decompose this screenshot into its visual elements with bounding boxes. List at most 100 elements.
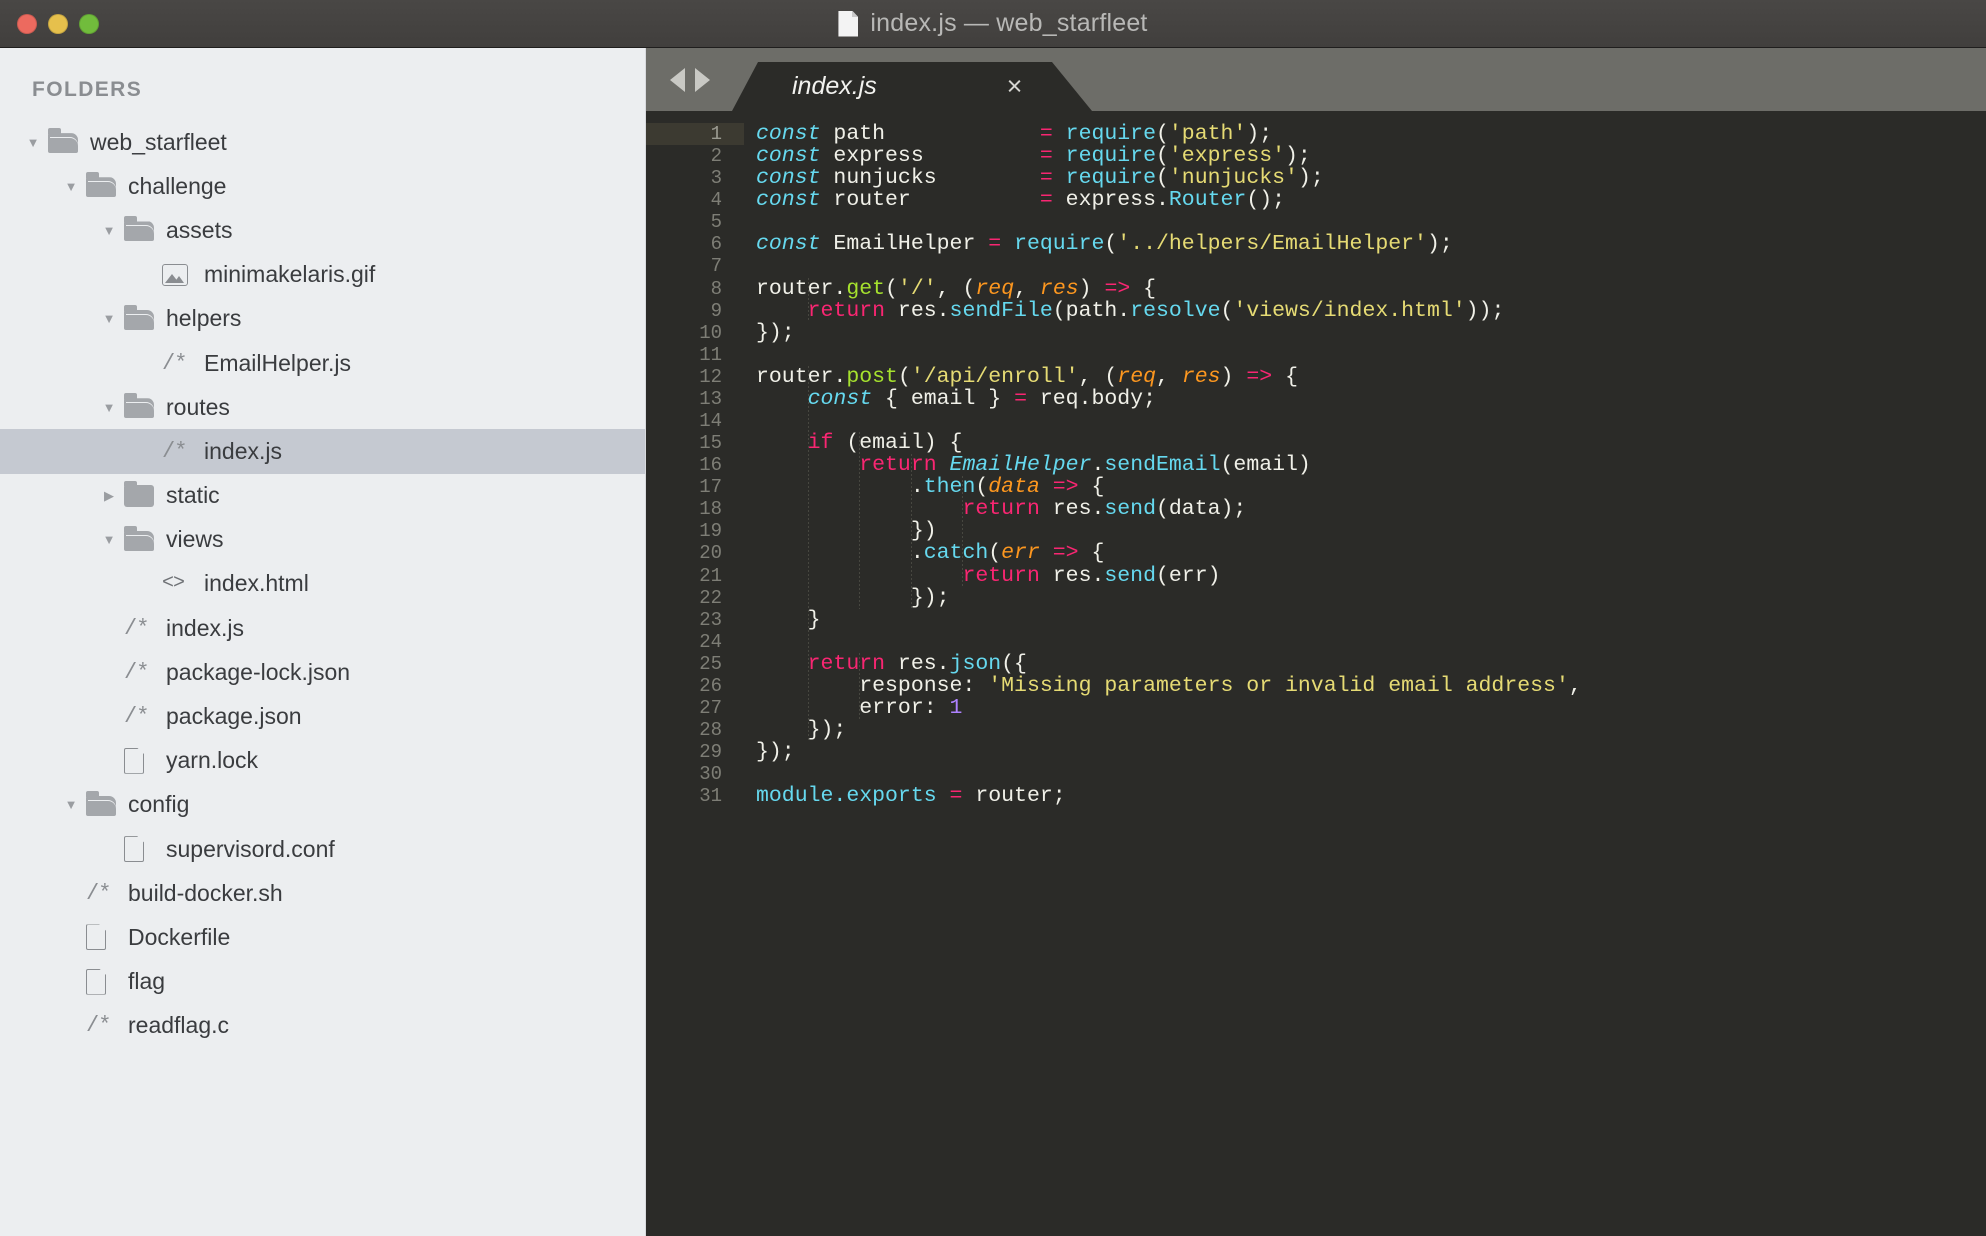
- tree-item-label: EmailHelper.js: [204, 349, 351, 376]
- chevron-down-icon[interactable]: ▼: [98, 533, 120, 546]
- close-button[interactable]: [17, 13, 37, 34]
- code-line[interactable]: const path = require('path');: [744, 123, 1986, 145]
- code-line[interactable]: [744, 211, 1986, 233]
- line-number: 1: [646, 123, 744, 146]
- tree-file-row[interactable]: ▼<>index.html: [0, 562, 645, 606]
- code-line[interactable]: [744, 410, 1986, 432]
- code-line[interactable]: const express = require('express');: [744, 145, 1986, 167]
- tree-file-row[interactable]: ▼/*EmailHelper.js: [0, 341, 645, 385]
- tree-file-row[interactable]: ▼supervisord.conf: [0, 827, 645, 871]
- code-line[interactable]: return EmailHelper.sendEmail(email): [744, 454, 1986, 476]
- tree-file-row[interactable]: ▼minimakelaris.gif: [0, 253, 645, 297]
- tree-folder-row[interactable]: ▼ views: [0, 518, 645, 562]
- tree-folder-row[interactable]: ▼ challenge: [0, 164, 645, 208]
- code-line[interactable]: [744, 631, 1986, 653]
- tree-file-row[interactable]: ▼yarn.lock: [0, 739, 645, 783]
- zoom-button[interactable]: [79, 13, 99, 34]
- code-area[interactable]: 1 2 3 4 5 6 7 8 9 10 11 12 13 14 15 16 17 18 19 20 21 22 23 24 2…: [646, 111, 1986, 1236]
- code-line[interactable]: return res.send(err): [744, 565, 1986, 587]
- code-line[interactable]: [744, 763, 1986, 785]
- code-token: );: [1285, 144, 1311, 169]
- folder-open-icon: [124, 304, 158, 330]
- tab-index-js[interactable]: index.js ×: [732, 62, 1052, 111]
- line-number: 8: [710, 277, 722, 300]
- code-line[interactable]: router.get('/', (req, res) => {: [744, 278, 1986, 300]
- code-line[interactable]: .then(data => {: [744, 476, 1986, 498]
- code-token: return: [859, 453, 937, 478]
- tree-folder-row[interactable]: ▶ static: [0, 474, 645, 518]
- folder-open-icon: [86, 172, 120, 198]
- code-line[interactable]: return res.send(data);: [744, 498, 1986, 520]
- code-content[interactable]: const path = require('path'); const expre…: [744, 111, 1986, 1236]
- line-number: 10: [699, 321, 722, 344]
- code-line[interactable]: const EmailHelper = require('../helpers/…: [744, 233, 1986, 255]
- code-token: 'path': [1168, 122, 1247, 146]
- code-line[interactable]: }: [744, 609, 1986, 631]
- tree-file-row[interactable]: ▼/*index.js: [0, 429, 645, 474]
- code-line[interactable]: .catch(err => {: [744, 542, 1986, 564]
- minimize-button[interactable]: [48, 13, 68, 34]
- code-line[interactable]: response: 'Missing parameters or invalid…: [744, 675, 1986, 697]
- code-token: =: [949, 784, 963, 809]
- code-line[interactable]: return res.json({: [744, 653, 1986, 675]
- tree-file-row[interactable]: ▼/*readflag.c: [0, 1004, 645, 1048]
- code-line[interactable]: });: [744, 587, 1986, 609]
- code-token: EmailHelper: [949, 453, 1092, 478]
- tree-file-row[interactable]: ▼/*package-lock.json: [0, 650, 645, 694]
- chevron-down-icon[interactable]: ▼: [60, 798, 82, 811]
- nav-back-icon[interactable]: [670, 68, 685, 92]
- code-token: req: [975, 276, 1015, 301]
- code-line[interactable]: [744, 344, 1986, 366]
- chevron-right-icon[interactable]: ▶: [98, 489, 120, 502]
- code-token: Router: [1168, 188, 1247, 213]
- chevron-down-icon[interactable]: ▼: [98, 224, 120, 237]
- code-line[interactable]: });: [744, 322, 1986, 344]
- code-token: response:: [756, 673, 989, 698]
- code-line[interactable]: module.exports = router;: [744, 785, 1986, 807]
- tree-file-row[interactable]: ▼/*index.js: [0, 606, 645, 650]
- code-token: });: [756, 320, 795, 345]
- plain-file-icon: [86, 924, 120, 951]
- code-line[interactable]: }): [744, 520, 1986, 542]
- tree-file-row[interactable]: ▼Dockerfile: [0, 915, 645, 959]
- code-token: if: [807, 431, 834, 456]
- code-line[interactable]: const nunjucks = require('nunjucks');: [744, 167, 1986, 189]
- code-line[interactable]: [744, 255, 1986, 277]
- tree-item-label: views: [166, 526, 224, 553]
- code-line[interactable]: const { email } = req.body;: [744, 388, 1986, 410]
- tree-file-row[interactable]: ▼/*build-docker.sh: [0, 871, 645, 915]
- code-line[interactable]: return res.sendFile(path.resolve('views/…: [744, 300, 1986, 322]
- tree-folder-row[interactable]: ▼ config: [0, 783, 645, 827]
- code-token: ,: [1156, 364, 1182, 389]
- code-line[interactable]: });: [744, 719, 1986, 741]
- tree-item-label: challenge: [128, 172, 227, 199]
- tree-folder-row[interactable]: ▼ assets: [0, 208, 645, 252]
- code-line[interactable]: if (email) {: [744, 432, 1986, 454]
- code-line[interactable]: });: [744, 741, 1986, 763]
- line-number: 24: [699, 630, 722, 653]
- file-tree[interactable]: ▼web_starfleet▼challenge▼assets▼minimake…: [0, 120, 645, 1048]
- tree-folder-row[interactable]: ▼ helpers: [0, 297, 645, 341]
- code-token: return: [807, 651, 886, 676]
- tree-folder-row[interactable]: ▼ web_starfleet: [0, 120, 645, 164]
- tree-file-row[interactable]: ▼flag: [0, 960, 645, 1004]
- title-bar: index.js — web_starfleet: [0, 0, 1986, 48]
- nav-forward-icon[interactable]: [695, 68, 710, 92]
- chevron-down-icon[interactable]: ▼: [98, 401, 120, 414]
- line-number: 7: [710, 255, 722, 278]
- chevron-down-icon[interactable]: ▼: [98, 312, 120, 325]
- code-token: (: [1156, 166, 1169, 191]
- tree-file-row[interactable]: ▼/*package.json: [0, 694, 645, 738]
- code-line[interactable]: const router = express.Router();: [744, 189, 1986, 211]
- code-line[interactable]: router.post('/api/enroll', (req, res) =>…: [744, 366, 1986, 388]
- close-icon[interactable]: ×: [1006, 73, 1022, 100]
- line-number: 12: [699, 365, 722, 388]
- chevron-down-icon[interactable]: ▼: [60, 180, 82, 193]
- code-token: sendEmail: [1104, 453, 1221, 478]
- code-line[interactable]: error: 1: [744, 697, 1986, 719]
- chevron-down-icon[interactable]: ▼: [22, 136, 44, 149]
- tree-folder-row[interactable]: ▼ routes: [0, 385, 645, 429]
- code-token: =: [1039, 166, 1053, 191]
